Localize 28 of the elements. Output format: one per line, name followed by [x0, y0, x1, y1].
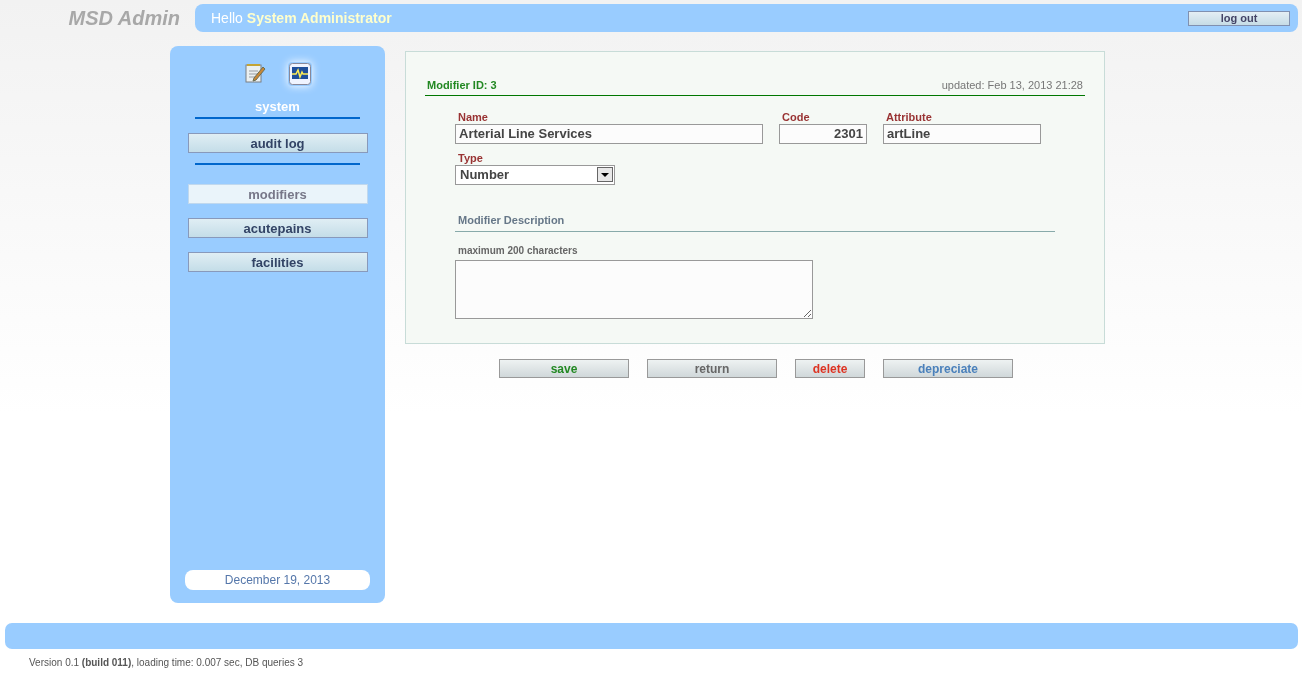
greeting: Hello System Administrator [211, 8, 392, 28]
name-field[interactable]: Arterial Line Services [455, 123, 763, 144]
section-label: system [255, 100, 300, 114]
nav-button[interactable]: acutepains [187, 218, 368, 238]
section-heading: Modifier Description [458, 213, 565, 226]
field-label: Name [457, 110, 489, 124]
monitor-icon[interactable] [287, 62, 312, 86]
field-label: Attribute [885, 110, 933, 124]
save-button[interactable]: save [499, 359, 629, 378]
field-label: Code [781, 110, 811, 124]
app-title: MSD Admin [67, 6, 180, 31]
attribute-field[interactable]: artLine [883, 123, 1041, 144]
field-label: Type [457, 151, 484, 165]
code-field[interactable]: 2301 [779, 123, 867, 144]
return-button[interactable]: return [647, 359, 777, 378]
form-heading: Modifier ID: 3 [427, 78, 497, 93]
date-display: December 19, 2013 [185, 570, 370, 590]
nav-button[interactable]: audit log [187, 133, 368, 153]
hint-text: maximum 200 characters [457, 243, 579, 258]
description-field[interactable] [455, 259, 813, 319]
type-dropdown[interactable]: Number [455, 164, 615, 185]
notepad-icon[interactable] [243, 62, 266, 84]
logout-button[interactable]: log out [1188, 10, 1290, 26]
updated-timestamp: updated: Feb 13, 2013 21:28 [941, 78, 1083, 93]
nav-button[interactable]: facilities [187, 252, 368, 272]
delete-button[interactable]: delete [795, 359, 865, 378]
nav-button[interactable]: modifiers [187, 184, 368, 204]
version-info: Version 0.1 (build 011), loading time: 0.007 sec, DB queries 3 [29, 656, 305, 670]
